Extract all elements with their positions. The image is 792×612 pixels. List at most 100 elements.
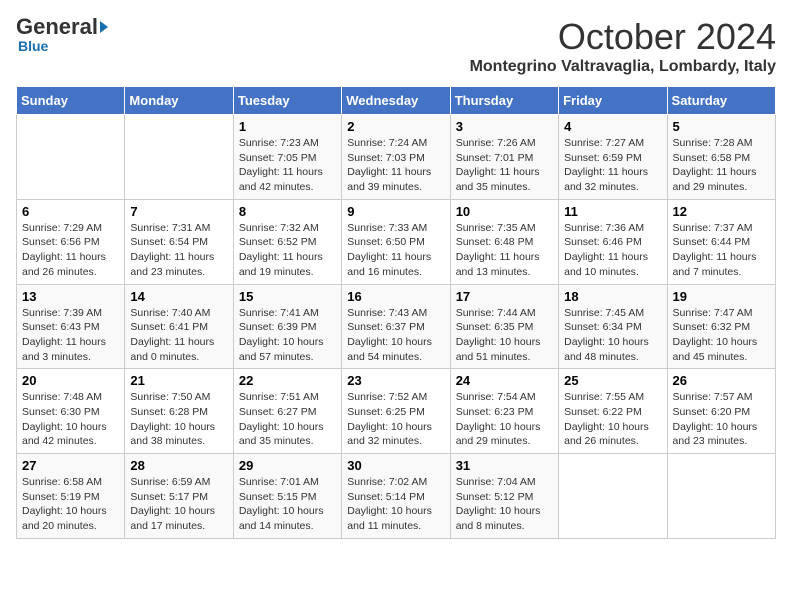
calendar-cell: 10 Sunrise: 7:35 AMSunset: 6:48 PMDayligh… [450, 199, 558, 284]
calendar-week-row: 27 Sunrise: 6:58 AMSunset: 5:19 PMDayligh… [17, 454, 776, 539]
day-info: Sunrise: 7:02 AMSunset: 5:14 PMDaylight:… [347, 475, 444, 534]
logo-arrow-icon [100, 21, 108, 33]
calendar-cell: 30 Sunrise: 7:02 AMSunset: 5:14 PMDayligh… [342, 454, 450, 539]
calendar-cell [559, 454, 667, 539]
day-number: 22 [239, 373, 336, 388]
day-number: 14 [130, 289, 227, 304]
calendar-cell: 11Sunrise: 7:36 AMSunset: 6:46 PMDayligh… [559, 199, 667, 284]
calendar-cell: 21 Sunrise: 7:50 AMSunset: 6:28 PMDayligh… [125, 369, 233, 454]
day-info: Sunrise: 7:36 AMSunset: 6:46 PMDaylight:… [564, 221, 661, 280]
day-number: 27 [22, 458, 119, 473]
day-number: 24 [456, 373, 553, 388]
day-number: 8 [239, 204, 336, 219]
day-number: 30 [347, 458, 444, 473]
calendar-cell: 16 Sunrise: 7:43 AMSunset: 6:37 PMDayligh… [342, 284, 450, 369]
day-info: Sunrise: 6:58 AMSunset: 5:19 PMDaylight:… [22, 475, 119, 534]
calendar-cell: 1 Sunrise: 7:23 AMSunset: 7:05 PMDaylight… [233, 115, 341, 200]
logo-blue-text: Blue [18, 38, 48, 54]
day-info: Sunrise: 7:55 AMSunset: 6:22 PMDaylight:… [564, 390, 661, 449]
day-info: Sunrise: 7:01 AMSunset: 5:15 PMDaylight:… [239, 475, 336, 534]
day-info: Sunrise: 7:35 AMSunset: 6:48 PMDaylight:… [456, 221, 553, 280]
day-info: Sunrise: 7:41 AMSunset: 6:39 PMDaylight:… [239, 306, 336, 365]
calendar-cell: 4 Sunrise: 7:27 AMSunset: 6:59 PMDaylight… [559, 115, 667, 200]
day-number: 23 [347, 373, 444, 388]
location-title: Montegrino Valtravaglia, Lombardy, Italy [470, 58, 776, 76]
calendar-cell: 31 Sunrise: 7:04 AMSunset: 5:12 PMDayligh… [450, 454, 558, 539]
calendar-week-row: 13Sunrise: 7:39 AMSunset: 6:43 PMDayligh… [17, 284, 776, 369]
day-number: 3 [456, 119, 553, 134]
calendar-cell: 18Sunrise: 7:45 AMSunset: 6:34 PMDayligh… [559, 284, 667, 369]
weekday-header-cell: Monday [125, 87, 233, 115]
calendar-week-row: 20 Sunrise: 7:48 AMSunset: 6:30 PMDayligh… [17, 369, 776, 454]
calendar-cell: 19 Sunrise: 7:47 AMSunset: 6:32 PMDayligh… [667, 284, 775, 369]
day-info: Sunrise: 7:33 AMSunset: 6:50 PMDaylight:… [347, 221, 444, 280]
day-info: Sunrise: 7:50 AMSunset: 6:28 PMDaylight:… [130, 390, 227, 449]
weekday-header-cell: Thursday [450, 87, 558, 115]
calendar-cell: 14Sunrise: 7:40 AMSunset: 6:41 PMDayligh… [125, 284, 233, 369]
calendar-cell: 9 Sunrise: 7:33 AMSunset: 6:50 PMDaylight… [342, 199, 450, 284]
day-info: Sunrise: 7:31 AMSunset: 6:54 PMDaylight:… [130, 221, 227, 280]
calendar-cell: 22 Sunrise: 7:51 AMSunset: 6:27 PMDayligh… [233, 369, 341, 454]
day-number: 4 [564, 119, 661, 134]
calendar-cell: 15 Sunrise: 7:41 AMSunset: 6:39 PMDayligh… [233, 284, 341, 369]
day-number: 16 [347, 289, 444, 304]
day-number: 21 [130, 373, 227, 388]
day-number: 19 [673, 289, 770, 304]
day-info: Sunrise: 7:54 AMSunset: 6:23 PMDaylight:… [456, 390, 553, 449]
day-number: 31 [456, 458, 553, 473]
day-info: Sunrise: 7:51 AMSunset: 6:27 PMDaylight:… [239, 390, 336, 449]
month-title: October 2024 [470, 16, 776, 58]
calendar-cell: 17 Sunrise: 7:44 AMSunset: 6:35 PMDayligh… [450, 284, 558, 369]
calendar-cell: 7 Sunrise: 7:31 AMSunset: 6:54 PMDaylight… [125, 199, 233, 284]
calendar-cell: 24 Sunrise: 7:54 AMSunset: 6:23 PMDayligh… [450, 369, 558, 454]
day-info: Sunrise: 7:43 AMSunset: 6:37 PMDaylight:… [347, 306, 444, 365]
day-number: 28 [130, 458, 227, 473]
calendar-cell: 27 Sunrise: 6:58 AMSunset: 5:19 PMDayligh… [17, 454, 125, 539]
calendar-cell: 28 Sunrise: 6:59 AMSunset: 5:17 PMDayligh… [125, 454, 233, 539]
calendar-cell: 26Sunrise: 7:57 AMSunset: 6:20 PMDayligh… [667, 369, 775, 454]
weekday-header-cell: Friday [559, 87, 667, 115]
day-info: Sunrise: 7:32 AMSunset: 6:52 PMDaylight:… [239, 221, 336, 280]
day-info: Sunrise: 7:04 AMSunset: 5:12 PMDaylight:… [456, 475, 553, 534]
calendar-cell: 3 Sunrise: 7:26 AMSunset: 7:01 PMDaylight… [450, 115, 558, 200]
calendar-cell: 23 Sunrise: 7:52 AMSunset: 6:25 PMDayligh… [342, 369, 450, 454]
day-info: Sunrise: 7:47 AMSunset: 6:32 PMDaylight:… [673, 306, 770, 365]
calendar-cell [17, 115, 125, 200]
calendar-week-row: 1 Sunrise: 7:23 AMSunset: 7:05 PMDaylight… [17, 115, 776, 200]
day-number: 13 [22, 289, 119, 304]
calendar-cell [667, 454, 775, 539]
day-number: 1 [239, 119, 336, 134]
day-number: 20 [22, 373, 119, 388]
day-info: Sunrise: 7:23 AMSunset: 7:05 PMDaylight:… [239, 136, 336, 195]
day-info: Sunrise: 6:59 AMSunset: 5:17 PMDaylight:… [130, 475, 227, 534]
day-info: Sunrise: 7:48 AMSunset: 6:30 PMDaylight:… [22, 390, 119, 449]
weekday-header-cell: Sunday [17, 87, 125, 115]
calendar-cell: 12Sunrise: 7:37 AMSunset: 6:44 PMDayligh… [667, 199, 775, 284]
day-info: Sunrise: 7:45 AMSunset: 6:34 PMDaylight:… [564, 306, 661, 365]
day-info: Sunrise: 7:57 AMSunset: 6:20 PMDaylight:… [673, 390, 770, 449]
day-number: 12 [673, 204, 770, 219]
logo-general: General [16, 16, 98, 38]
day-info: Sunrise: 7:27 AMSunset: 6:59 PMDaylight:… [564, 136, 661, 195]
day-info: Sunrise: 7:26 AMSunset: 7:01 PMDaylight:… [456, 136, 553, 195]
calendar-cell: 25 Sunrise: 7:55 AMSunset: 6:22 PMDayligh… [559, 369, 667, 454]
day-number: 25 [564, 373, 661, 388]
day-info: Sunrise: 7:29 AMSunset: 6:56 PMDaylight:… [22, 221, 119, 280]
day-number: 5 [673, 119, 770, 134]
day-info: Sunrise: 7:44 AMSunset: 6:35 PMDaylight:… [456, 306, 553, 365]
day-number: 29 [239, 458, 336, 473]
day-number: 7 [130, 204, 227, 219]
logo: General Blue [16, 16, 108, 54]
day-number: 17 [456, 289, 553, 304]
day-number: 10 [456, 204, 553, 219]
day-number: 9 [347, 204, 444, 219]
calendar-body: 1 Sunrise: 7:23 AMSunset: 7:05 PMDaylight… [17, 115, 776, 539]
day-number: 15 [239, 289, 336, 304]
day-info: Sunrise: 7:24 AMSunset: 7:03 PMDaylight:… [347, 136, 444, 195]
calendar-table: SundayMondayTuesdayWednesdayThursdayFrid… [16, 86, 776, 539]
calendar-cell: 13Sunrise: 7:39 AMSunset: 6:43 PMDayligh… [17, 284, 125, 369]
day-info: Sunrise: 7:52 AMSunset: 6:25 PMDaylight:… [347, 390, 444, 449]
weekday-header-cell: Wednesday [342, 87, 450, 115]
day-number: 2 [347, 119, 444, 134]
day-number: 6 [22, 204, 119, 219]
